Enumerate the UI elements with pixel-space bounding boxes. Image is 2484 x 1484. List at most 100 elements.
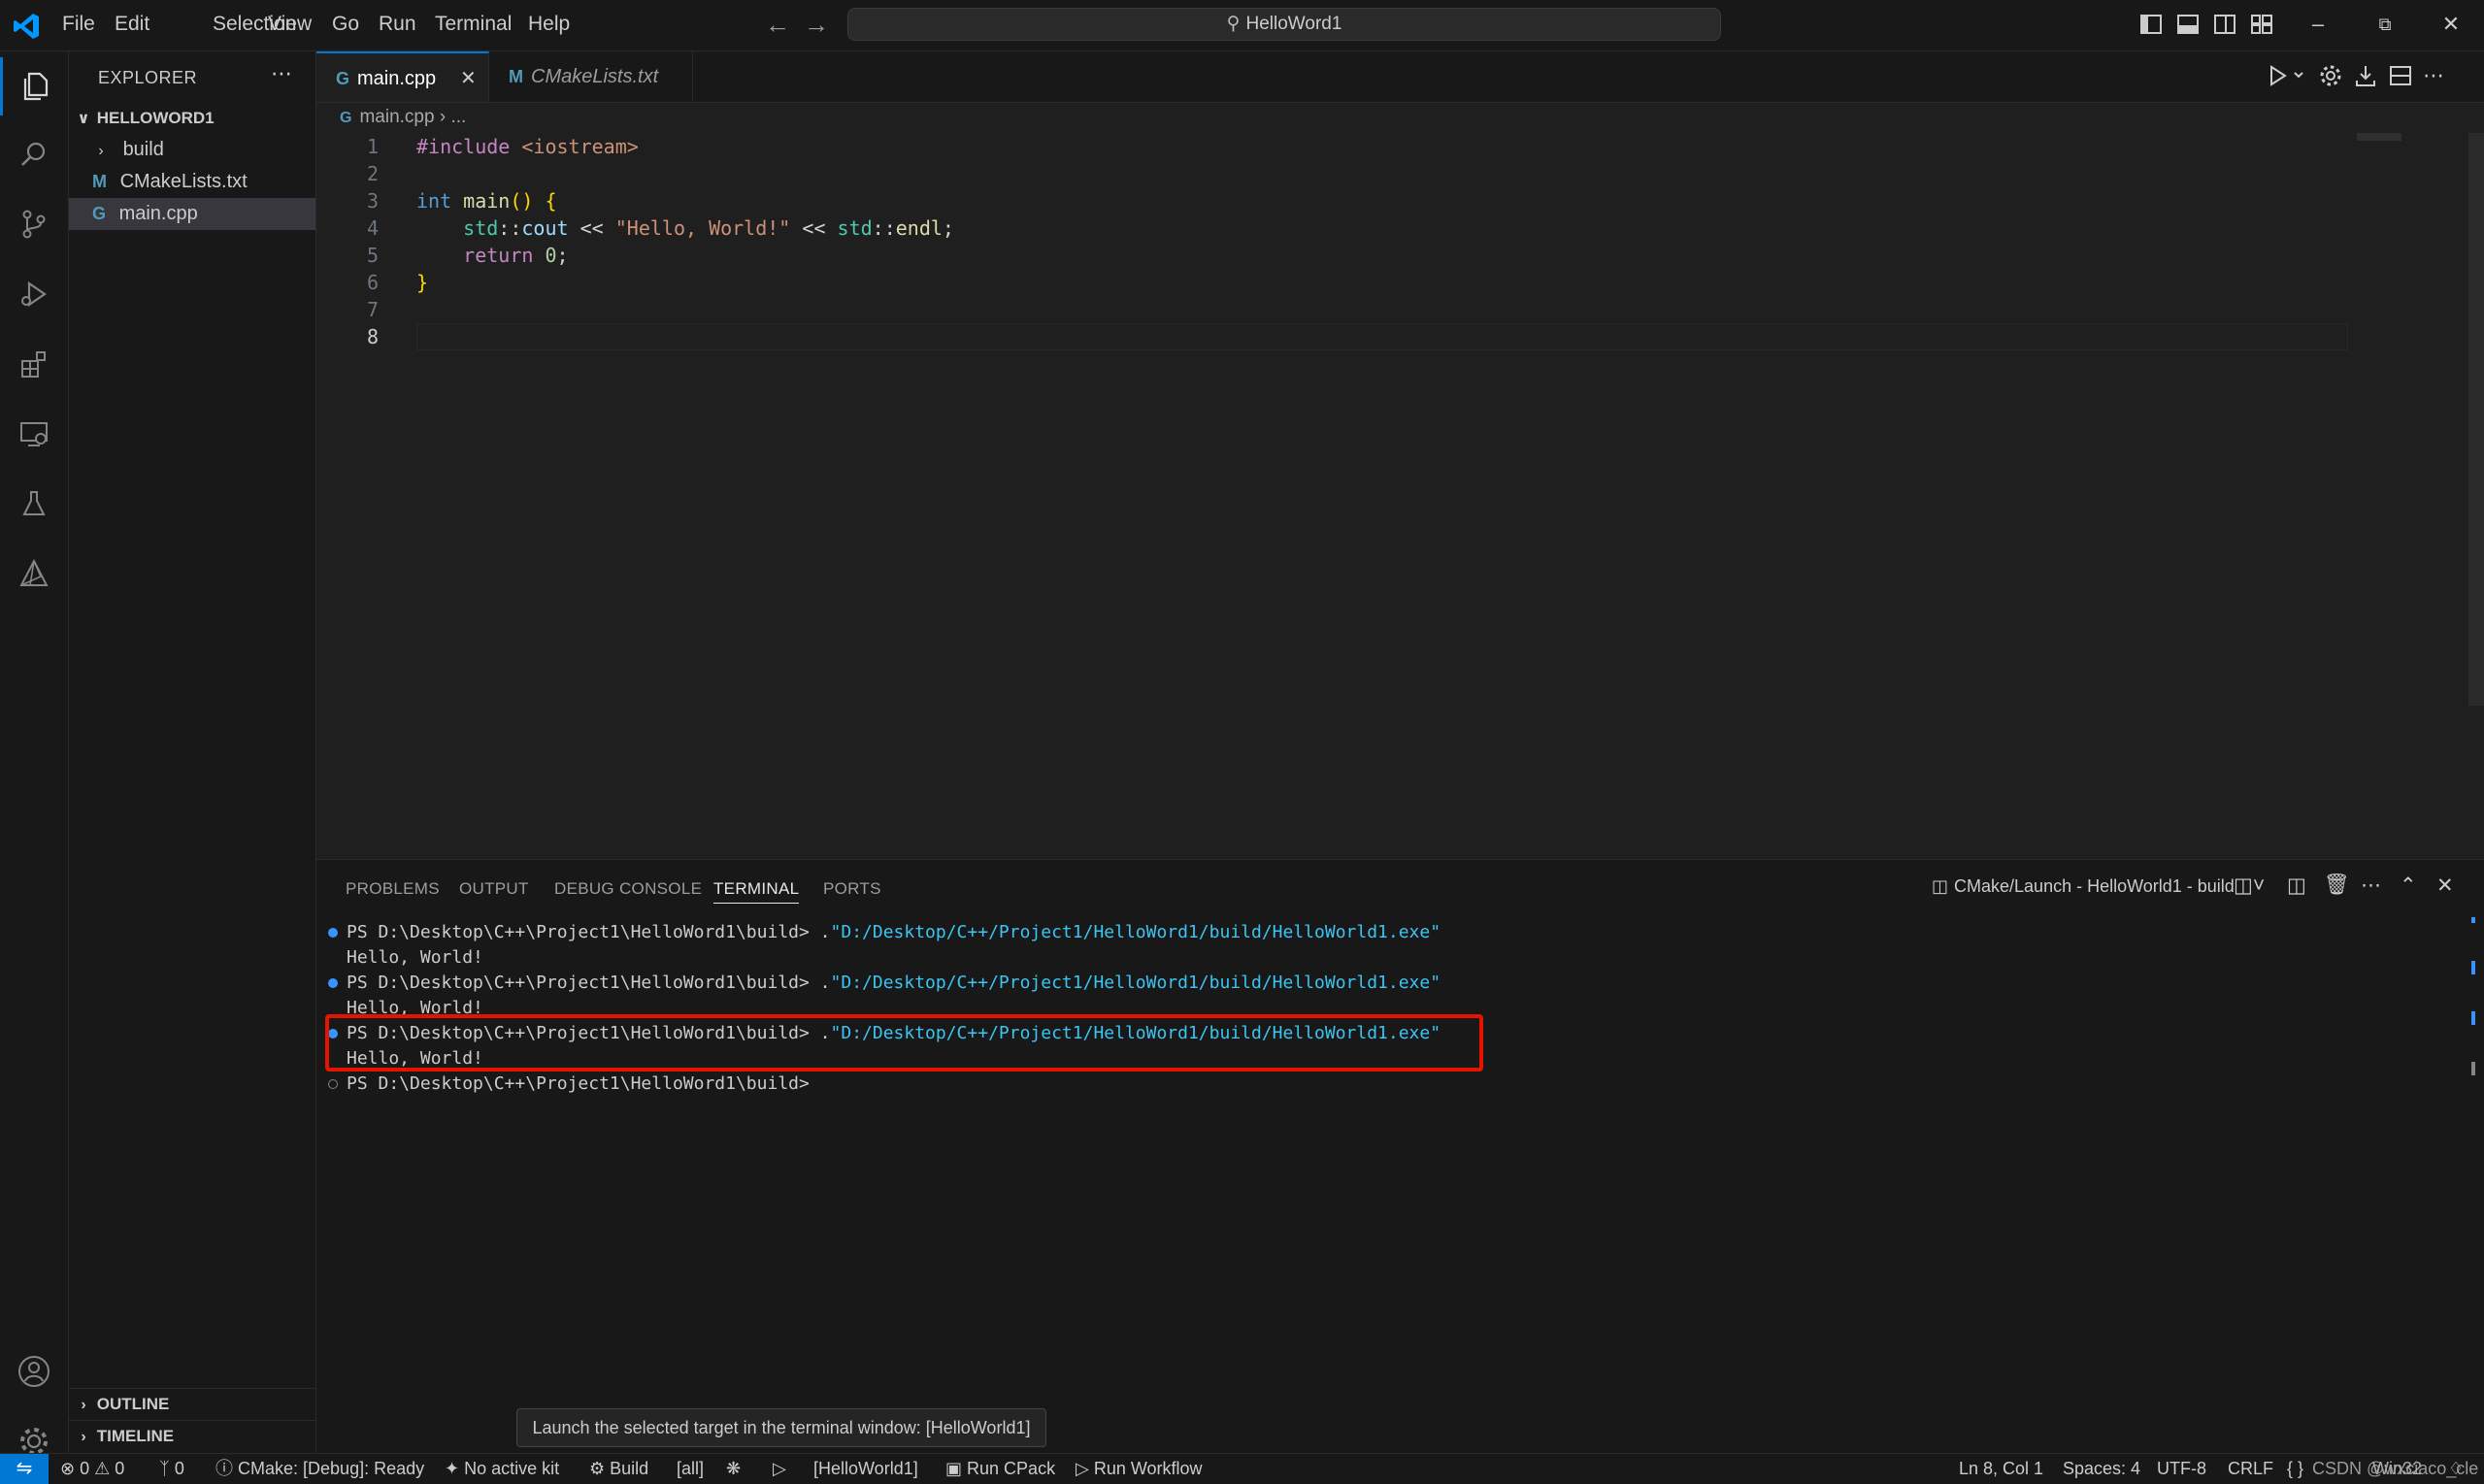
info-icon: ⓘ bbox=[215, 1459, 233, 1478]
cmake-status[interactable]: ⓘ CMake: [Debug]: Ready bbox=[215, 1454, 424, 1484]
tree-item-cmakelists[interactable]: M CMakeLists.txt bbox=[69, 166, 315, 198]
tree-item-main-cpp[interactable]: G main.cpp bbox=[69, 198, 315, 230]
timeline-section[interactable]: › TIMELINE bbox=[69, 1420, 315, 1452]
customize-layout-icon[interactable] bbox=[2249, 12, 2274, 37]
split-editor-icon[interactable] bbox=[2388, 63, 2413, 88]
project-folder-header[interactable]: ∨ HELLOWORD1 bbox=[69, 102, 315, 134]
launch-tooltip: Launch the selected target in the termin… bbox=[516, 1408, 1046, 1447]
tab-main-cpp[interactable]: Gmain.cpp ✕ bbox=[316, 51, 489, 102]
debug-bug-icon[interactable]: ❋ bbox=[726, 1454, 741, 1484]
breadcrumb-file[interactable]: main.cpp bbox=[359, 107, 434, 127]
minimap[interactable] bbox=[2357, 133, 2401, 141]
cursor-position[interactable]: Ln 8, Col 1 bbox=[1959, 1454, 2043, 1484]
remote-indicator-icon[interactable]: ⇋ bbox=[0, 1454, 49, 1484]
kit-label: No active kit bbox=[464, 1459, 560, 1478]
chevron-right-icon: › bbox=[98, 143, 104, 159]
cpp-file-icon: G bbox=[340, 110, 352, 126]
close-tab-icon[interactable]: ✕ bbox=[460, 53, 477, 104]
terminal-title-label: CMake/Launch - HelloWorld1 - build bbox=[1954, 876, 2235, 896]
gear-icon[interactable] bbox=[2318, 63, 2343, 88]
build-target[interactable]: [all] bbox=[677, 1454, 704, 1484]
terminal-prompt: PS D:\Desktop\C++\Project1\HelloWord1\bu… bbox=[347, 922, 820, 942]
cmake-icon[interactable] bbox=[0, 544, 68, 603]
minimize-icon[interactable]: – bbox=[2305, 12, 2331, 37]
extensions-icon[interactable] bbox=[0, 335, 68, 393]
more-actions-icon[interactable]: ⋯ bbox=[2361, 874, 2381, 898]
encoding[interactable]: UTF-8 bbox=[2157, 1454, 2206, 1484]
notifications-bell-icon[interactable]: ♢ bbox=[2448, 1454, 2464, 1484]
tab-debug-console[interactable]: DEBUG CONSOLE bbox=[554, 879, 702, 899]
launch-target[interactable]: [HelloWorld1] bbox=[813, 1454, 918, 1484]
line-ending[interactable]: CRLF bbox=[2228, 1454, 2273, 1484]
forward-arrow-icon[interactable]: → bbox=[804, 10, 829, 40]
language-mode-braces[interactable]: { } bbox=[2287, 1454, 2303, 1484]
error-icon: ⊗ bbox=[60, 1459, 76, 1478]
scroll-marker bbox=[2471, 1011, 2475, 1025]
code-line: 1 #include <iostream> bbox=[316, 133, 2355, 160]
chevron-up-icon[interactable]: ⌃ bbox=[2400, 874, 2417, 898]
accounts-icon[interactable] bbox=[0, 1342, 68, 1401]
run-cpack-button[interactable]: ▣ Run CPack bbox=[945, 1454, 1055, 1484]
problems-status[interactable]: ⊗ 0 ⚠ 0 bbox=[60, 1454, 124, 1484]
tab-problems[interactable]: PROBLEMS bbox=[346, 879, 440, 899]
trash-icon[interactable]: 🗑 bbox=[2324, 874, 2350, 897]
chevron-right-icon: › bbox=[81, 1397, 86, 1413]
launch-play-icon[interactable]: ▷ bbox=[773, 1454, 786, 1484]
run-and-debug-icon[interactable] bbox=[0, 265, 68, 323]
more-actions-icon[interactable]: ⋯ bbox=[271, 61, 292, 86]
line-number: 7 bbox=[366, 298, 379, 321]
menu-file[interactable]: File bbox=[62, 13, 95, 36]
tab-ports[interactable]: PORTS bbox=[823, 879, 881, 899]
remote-explorer-icon[interactable] bbox=[0, 405, 68, 463]
red-highlight-box bbox=[325, 1014, 1483, 1072]
terminal-line: Hello, World! bbox=[347, 947, 483, 968]
toggle-panel-icon[interactable] bbox=[2175, 12, 2201, 37]
breadcrumb-symbol[interactable]: ... bbox=[450, 107, 466, 127]
editor-scrollbar[interactable] bbox=[2468, 133, 2484, 706]
close-window-icon[interactable]: ✕ bbox=[2438, 12, 2464, 37]
ports-status[interactable]: ᛉ 0 bbox=[159, 1454, 184, 1484]
download-icon[interactable] bbox=[2353, 63, 2378, 88]
code-line: 2 bbox=[316, 160, 2355, 187]
command-center-label: HelloWord1 bbox=[1245, 14, 1342, 34]
token-scope: :: bbox=[498, 216, 522, 240]
command-center-search[interactable]: ⚲ HelloWord1 bbox=[847, 8, 1721, 41]
new-terminal-split-icon[interactable]: ◫˅ bbox=[2234, 874, 2265, 898]
token-op: << bbox=[568, 216, 615, 240]
explorer-icon[interactable] bbox=[0, 57, 68, 115]
tree-item-build[interactable]: › build bbox=[69, 134, 315, 166]
search-icon[interactable] bbox=[0, 125, 68, 183]
active-kit[interactable]: ✦ No active kit bbox=[445, 1454, 559, 1484]
code-editor[interactable]: 1 #include <iostream> 2 3 int main() { 4… bbox=[316, 133, 2462, 851]
back-arrow-icon[interactable]: ← bbox=[765, 10, 790, 40]
restore-icon[interactable]: ⧉ bbox=[2372, 12, 2398, 37]
terminal-instance-title[interactable]: ◫ CMake/Launch - HelloWorld1 - build bbox=[1932, 876, 2235, 897]
split-terminal-icon[interactable]: ◫ bbox=[2287, 874, 2306, 898]
run-workflow-button[interactable]: ▷ Run Workflow bbox=[1076, 1454, 1203, 1484]
scroll-marker bbox=[2471, 961, 2475, 974]
more-actions-icon[interactable]: ⋯ bbox=[2423, 63, 2444, 88]
platform[interactable]: Win32 bbox=[2372, 1454, 2422, 1484]
indentation[interactable]: Spaces: 4 bbox=[2063, 1454, 2140, 1484]
source-control-icon[interactable] bbox=[0, 195, 68, 253]
testing-flask-icon[interactable] bbox=[0, 475, 68, 533]
menu-run[interactable]: Run bbox=[379, 13, 416, 36]
build-button[interactable]: ⚙ Build bbox=[589, 1454, 648, 1484]
run-debug-icon[interactable] bbox=[2266, 63, 2308, 88]
token-op: << bbox=[790, 216, 838, 240]
toggle-secondary-sidebar-icon[interactable] bbox=[2212, 12, 2237, 37]
breadcrumb: Gmain.cpp › ... bbox=[340, 107, 466, 128]
close-panel-icon[interactable]: ✕ bbox=[2436, 874, 2454, 898]
menu-help[interactable]: Help bbox=[528, 13, 570, 36]
toggle-primary-sidebar-icon[interactable] bbox=[2138, 12, 2164, 37]
cmake-file-icon: M bbox=[509, 67, 523, 86]
menu-view[interactable]: View bbox=[268, 13, 312, 36]
tab-cmakelists[interactable]: M CMakeLists.txt bbox=[489, 51, 693, 102]
outline-section[interactable]: › OUTLINE bbox=[69, 1388, 315, 1420]
menu-edit[interactable]: Edit bbox=[115, 13, 149, 36]
project-name: HELLOWORD1 bbox=[96, 109, 215, 127]
menu-go[interactable]: Go bbox=[332, 13, 359, 36]
menu-terminal[interactable]: Terminal bbox=[435, 13, 512, 36]
tab-terminal[interactable]: TERMINAL bbox=[713, 879, 800, 904]
tab-output[interactable]: OUTPUT bbox=[459, 879, 529, 899]
